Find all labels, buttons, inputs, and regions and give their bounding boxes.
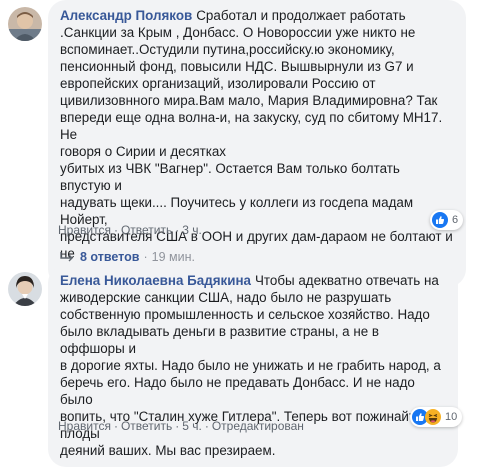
- comment-author[interactable]: Александр Поляков: [60, 8, 192, 23]
- reactions-badge[interactable]: 10: [410, 407, 463, 427]
- avatar[interactable]: [8, 7, 42, 41]
- reactions-badge[interactable]: 6: [430, 210, 464, 230]
- comment-text: Сработал и продолжает работать .Санкции …: [60, 8, 453, 278]
- comment-author[interactable]: Елена Николаевна Бадякина: [60, 273, 251, 288]
- reaction-count: 6: [452, 214, 459, 226]
- reply-link[interactable]: Ответить: [121, 223, 172, 237]
- separator-dot: ·: [113, 419, 118, 433]
- comment-time[interactable]: 3 ч.: [182, 223, 202, 237]
- comment-bubble: Александр Поляков Сработал и продолжает р…: [48, 0, 466, 287]
- avatar[interactable]: [8, 272, 42, 306]
- haha-reaction-icon: [425, 409, 441, 425]
- edited-label[interactable]: Отредактирован: [212, 419, 304, 433]
- like-link[interactable]: Нравится: [58, 223, 111, 237]
- like-link[interactable]: Нравится: [58, 419, 111, 433]
- separator-dot: ·: [175, 223, 180, 237]
- comment-actions: Нравится · Ответить · 5 ч. · Отредактирован: [58, 419, 304, 433]
- separator-dot: ·: [204, 419, 209, 433]
- reaction-count: 10: [445, 411, 458, 423]
- replies-count[interactable]: 8 ответов: [80, 250, 139, 264]
- like-reaction-icon: [432, 212, 448, 228]
- separator-dot: ·: [113, 223, 118, 237]
- replies-time: 19 мин.: [151, 250, 195, 264]
- comment-time[interactable]: 5 ч.: [182, 419, 202, 433]
- separator-dot: ·: [175, 419, 180, 433]
- reply-link[interactable]: Ответить: [121, 419, 172, 433]
- view-replies-link[interactable]: 8 ответов · 19 мин.: [58, 250, 195, 264]
- separator-dot: ·: [143, 250, 148, 264]
- reply-arrow-icon: [58, 250, 76, 264]
- comment-actions: Нравится · Ответить · 3 ч.: [58, 223, 202, 237]
